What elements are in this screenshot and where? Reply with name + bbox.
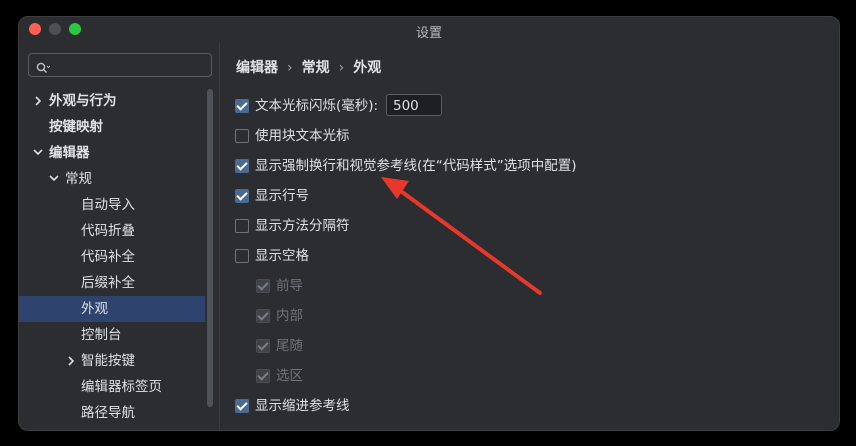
chevron-right-icon[interactable] xyxy=(34,88,44,114)
checkbox[interactable] xyxy=(256,309,270,323)
chevron-down-icon[interactable] xyxy=(49,166,59,192)
sidebar-item-code-completion[interactable]: 代码补全 xyxy=(19,244,205,270)
search-icon xyxy=(36,59,51,73)
breadcrumb-item[interactable]: 常规 xyxy=(302,60,330,76)
sidebar-item-console[interactable]: 控制台 xyxy=(19,322,205,348)
sidebar-item-label: 自动导入 xyxy=(81,197,135,213)
sidebar-item-editor[interactable]: 编辑器 xyxy=(19,140,205,166)
checkbox[interactable] xyxy=(235,399,249,413)
breadcrumb-separator: › xyxy=(338,60,345,76)
title-bar: 设置 xyxy=(19,17,839,43)
sidebar-item-label: 按键映射 xyxy=(49,119,103,135)
option-label: 显示行号 xyxy=(255,188,309,204)
option-label: 显示方法分隔符 xyxy=(255,218,350,234)
sidebar-scrollbar[interactable] xyxy=(207,89,213,407)
sidebar-item-auto-import[interactable]: 自动导入 xyxy=(19,192,205,218)
sidebar-item-breadcrumbs[interactable]: 路径导航 xyxy=(19,400,205,426)
sidebar-item-label: 编辑器 xyxy=(49,145,90,161)
chevron-down-icon[interactable] xyxy=(33,140,43,166)
sidebar-item-code-folding[interactable]: 代码折叠 xyxy=(19,218,205,244)
option-label: 显示缩进参考线 xyxy=(255,398,350,414)
sidebar-item-editor-tabs[interactable]: 编辑器标签页 xyxy=(19,374,205,400)
checkbox[interactable] xyxy=(235,159,249,173)
blink-interval-input[interactable]: 500 xyxy=(386,94,442,116)
checkbox[interactable] xyxy=(235,219,249,233)
sidebar-item-keymap[interactable]: 按键映射 xyxy=(19,114,205,140)
chevron-right-icon[interactable] xyxy=(67,348,77,374)
sidebar-item-smart-keys[interactable]: 智能按键 xyxy=(19,348,205,374)
sidebar-item-postfix-completion[interactable]: 后缀补全 xyxy=(19,270,205,296)
checkbox[interactable] xyxy=(235,99,249,113)
option-label: 显示空格 xyxy=(255,248,309,264)
checkbox[interactable] xyxy=(256,279,270,293)
sidebar-item-label: 控制台 xyxy=(81,327,122,343)
sidebar-item-appearance-behavior[interactable]: 外观与行为 xyxy=(19,88,205,114)
sidebar-item-label: 智能按键 xyxy=(81,353,135,369)
sidebar-item-label: 后缀补全 xyxy=(81,275,135,291)
option-label: 文本光标闪烁(毫秒): xyxy=(255,98,379,114)
sidebar-item-appearance[interactable]: 外观 xyxy=(19,296,205,322)
checkbox[interactable] xyxy=(235,189,249,203)
option-label: 内部 xyxy=(276,308,303,324)
option-label: 尾随 xyxy=(276,338,303,354)
breadcrumb-item[interactable]: 编辑器 xyxy=(236,60,278,76)
breadcrumb-item: 外观 xyxy=(353,60,382,76)
breadcrumb: 编辑器 › 常规 › 外观 xyxy=(236,57,381,77)
option-label: 显示强制换行和视觉参考线(在“代码样式”选项中配置) xyxy=(255,158,577,174)
checkbox[interactable] xyxy=(235,249,249,263)
checkbox[interactable] xyxy=(235,129,249,143)
option-label: 选区 xyxy=(276,368,303,384)
sidebar-item-label: 外观与行为 xyxy=(49,93,117,109)
checkbox[interactable] xyxy=(256,369,270,383)
window-title: 设置 xyxy=(415,26,442,41)
sidebar-item-general[interactable]: 常规 xyxy=(19,166,205,192)
option-label: 使用块文本光标 xyxy=(255,128,350,144)
sidebar-item-label: 编辑器标签页 xyxy=(81,379,162,395)
option-label: 前导 xyxy=(276,278,303,294)
settings-content: 编辑器 › 常规 › 外观 文本光标闪烁(毫秒): 500 使用块文本光标 显示强制换行… xyxy=(220,43,839,430)
search-input[interactable] xyxy=(28,53,212,77)
settings-sidebar: 外观与行为 按键映射 编辑器 常规 自动导入 代码折叠 代码补全 后缀补全 外观… xyxy=(19,43,219,430)
checkbox[interactable] xyxy=(256,339,270,353)
sidebar-item-label: 路径导航 xyxy=(81,405,135,421)
sidebar-item-label: 代码补全 xyxy=(81,249,135,265)
breadcrumb-separator: › xyxy=(287,60,293,76)
sidebar-item-label: 代码折叠 xyxy=(81,223,135,239)
settings-window: 设置 外观与行为 按键映射 编辑器 常规 自动导入 代码折叠 代码补全 后缀补全… xyxy=(18,16,840,431)
sidebar-item-label: 常规 xyxy=(65,171,92,187)
sidebar-item-label: 外观 xyxy=(81,301,108,317)
